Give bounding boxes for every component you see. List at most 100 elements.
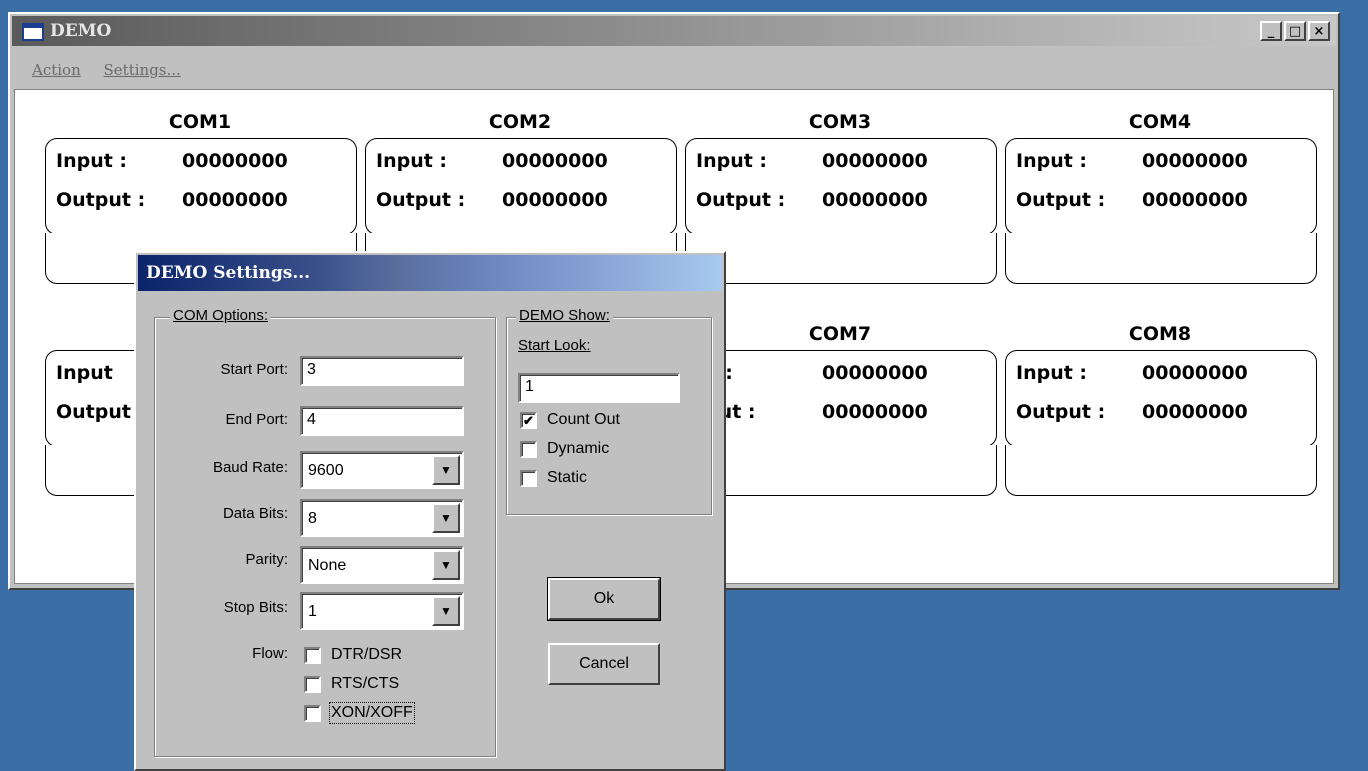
com-panel: Input : 00000000 Output : 00000000 <box>45 138 357 235</box>
com-panel-title: COM1 <box>168 111 232 133</box>
main-titlebar[interactable]: DEMO _ □ × <box>12 16 1336 46</box>
app-window-icon <box>22 23 44 41</box>
checkbox-label: DTR/DSR <box>331 646 403 663</box>
com-output-row: Output : 00000000 <box>376 189 608 211</box>
minimize-button[interactable]: _ <box>1260 21 1282 41</box>
window-controls: _ □ × <box>1258 21 1330 41</box>
checkbox-label: XON/XOFF <box>329 702 415 724</box>
com-input-row: Input : 00000000 <box>1016 150 1248 172</box>
dialog-title: DEMO Settings... <box>146 263 311 283</box>
com-output-value: 00000000 <box>182 189 288 211</box>
com-output-row: Output : 00000000 <box>696 189 928 211</box>
chevron-down-icon[interactable]: ▼ <box>432 503 460 533</box>
com-output-value: 00000000 <box>1142 401 1248 423</box>
checkbox-label: Dynamic <box>547 440 610 457</box>
chevron-down-icon[interactable]: ▼ <box>432 596 460 626</box>
com-status-box <box>685 233 997 284</box>
start-look-label-text: Start Look: <box>518 337 591 354</box>
com-output-label: Output : <box>1016 401 1106 423</box>
checkbox-box[interactable] <box>304 646 321 664</box>
com-output-row: Output : 00000000 <box>1016 189 1248 211</box>
com-options-label-text: COM Options: <box>173 307 269 324</box>
end-port-input[interactable]: 4 <box>300 406 464 436</box>
ok-button[interactable]: Ok <box>547 577 661 621</box>
com-status-box <box>1005 445 1317 496</box>
main-window-title: DEMO <box>50 21 112 41</box>
com-panel: ut :00000000 tput :00000000 <box>685 350 997 447</box>
maximize-button[interactable]: □ <box>1284 21 1306 41</box>
com-input-label: Input : <box>696 150 768 172</box>
start-port-input[interactable]: 3 <box>300 356 464 386</box>
settings-dialog: DEMO Settings... COM Options: Start Port… <box>134 251 726 771</box>
menu-settings-text: Settings... <box>103 61 181 79</box>
com-input-row: Input : 00000000 <box>696 150 928 172</box>
stop-bits-value: 1 <box>308 603 317 620</box>
com-panel-title: COM2 <box>488 111 552 133</box>
checkbox-dtr-dsr[interactable]: DTR/DSR <box>304 646 402 664</box>
checkbox-box[interactable] <box>304 704 321 722</box>
data-bits-select[interactable]: 8 ▼ <box>300 499 464 537</box>
com-panel: Input : 00000000 Output : 00000000 <box>1005 138 1317 235</box>
checkmark-icon[interactable]: ✔ <box>520 411 537 429</box>
checkbox-dynamic[interactable]: Dynamic <box>520 440 609 458</box>
com-output-value: 00000000 <box>822 189 928 211</box>
com-input-value: 00000000 <box>502 150 608 172</box>
com-input-row: Input : 00000000 <box>56 150 288 172</box>
com-output-value: 00000000 <box>822 401 928 423</box>
menu-action-text: Action <box>32 61 81 79</box>
dialog-titlebar[interactable]: DEMO Settings... <box>138 255 722 291</box>
com-output-label: Output : <box>376 189 466 211</box>
end-port-label: End Port: <box>225 411 288 428</box>
menubar: Action Settings... <box>32 61 199 79</box>
com-input-label: Input : <box>1016 362 1088 384</box>
com-input-row: ut :00000000 <box>696 362 928 384</box>
com-input-row: Input : 00000000 <box>376 150 608 172</box>
checkbox-label: RTS/CTS <box>331 675 400 692</box>
checkbox-box[interactable] <box>520 440 537 458</box>
com-panel: Input : 00000000 Output : 00000000 <box>685 138 997 235</box>
com-input-value: 00000000 <box>1142 362 1248 384</box>
com-output-value: 00000000 <box>502 189 608 211</box>
checkbox-label: Static <box>547 469 588 486</box>
com-input-row: Input : 00000000 <box>1016 362 1248 384</box>
stop-bits-select[interactable]: 1 ▼ <box>300 592 464 630</box>
menu-action[interactable]: Action <box>32 61 81 79</box>
close-button[interactable]: × <box>1308 21 1330 41</box>
com-panel-title: COM3 <box>808 111 872 133</box>
com-output-value: 00000000 <box>1142 189 1248 211</box>
com-options-label: COM Options: <box>170 307 272 324</box>
com-input-value: 00000000 <box>822 150 928 172</box>
parity-select[interactable]: None ▼ <box>300 546 464 584</box>
flow-label: Flow: <box>252 645 288 662</box>
baud-rate-select[interactable]: 9600 ▼ <box>300 451 464 489</box>
com-output-row: tput :00000000 <box>696 401 928 423</box>
start-port-label: Start Port: <box>220 361 288 378</box>
checkbox-static[interactable]: Static <box>520 469 587 487</box>
start-look-input[interactable]: 1 <box>518 373 680 403</box>
checkbox-count-out[interactable]: ✔ Count Out <box>520 411 620 429</box>
menu-settings[interactable]: Settings... <box>104 61 181 79</box>
chevron-down-icon[interactable]: ▼ <box>432 455 460 485</box>
checkbox-xon-xoff[interactable]: XON/XOFF <box>304 702 415 724</box>
com-output-label: Output : <box>696 189 786 211</box>
checkbox-box[interactable] <box>520 469 537 487</box>
checkbox-box[interactable] <box>304 675 321 693</box>
checkbox-rts-cts[interactable]: RTS/CTS <box>304 675 399 693</box>
com-status-box <box>1005 233 1317 284</box>
com-input-value: 00000000 <box>822 362 928 384</box>
com-panel-title: COM8 <box>1128 323 1192 345</box>
com-input-label: Input : <box>56 150 128 172</box>
data-bits-value: 8 <box>308 510 317 527</box>
chevron-down-icon[interactable]: ▼ <box>432 550 460 580</box>
data-bits-label: Data Bits: <box>222 505 288 522</box>
stop-bits-label: Stop Bits: <box>223 599 288 616</box>
com-panel-title: COM4 <box>1128 111 1192 133</box>
com-output-label: Output : <box>56 189 146 211</box>
com-output-label: Output : <box>1016 189 1106 211</box>
parity-value: None <box>308 557 347 574</box>
cancel-button[interactable]: Cancel <box>548 643 660 685</box>
com-panel: Input : 00000000 Output : 00000000 <box>365 138 677 235</box>
demo-show-label: DEMO Show: <box>516 307 613 324</box>
checkbox-label: Count Out <box>547 411 620 428</box>
com-status-box <box>685 445 997 496</box>
